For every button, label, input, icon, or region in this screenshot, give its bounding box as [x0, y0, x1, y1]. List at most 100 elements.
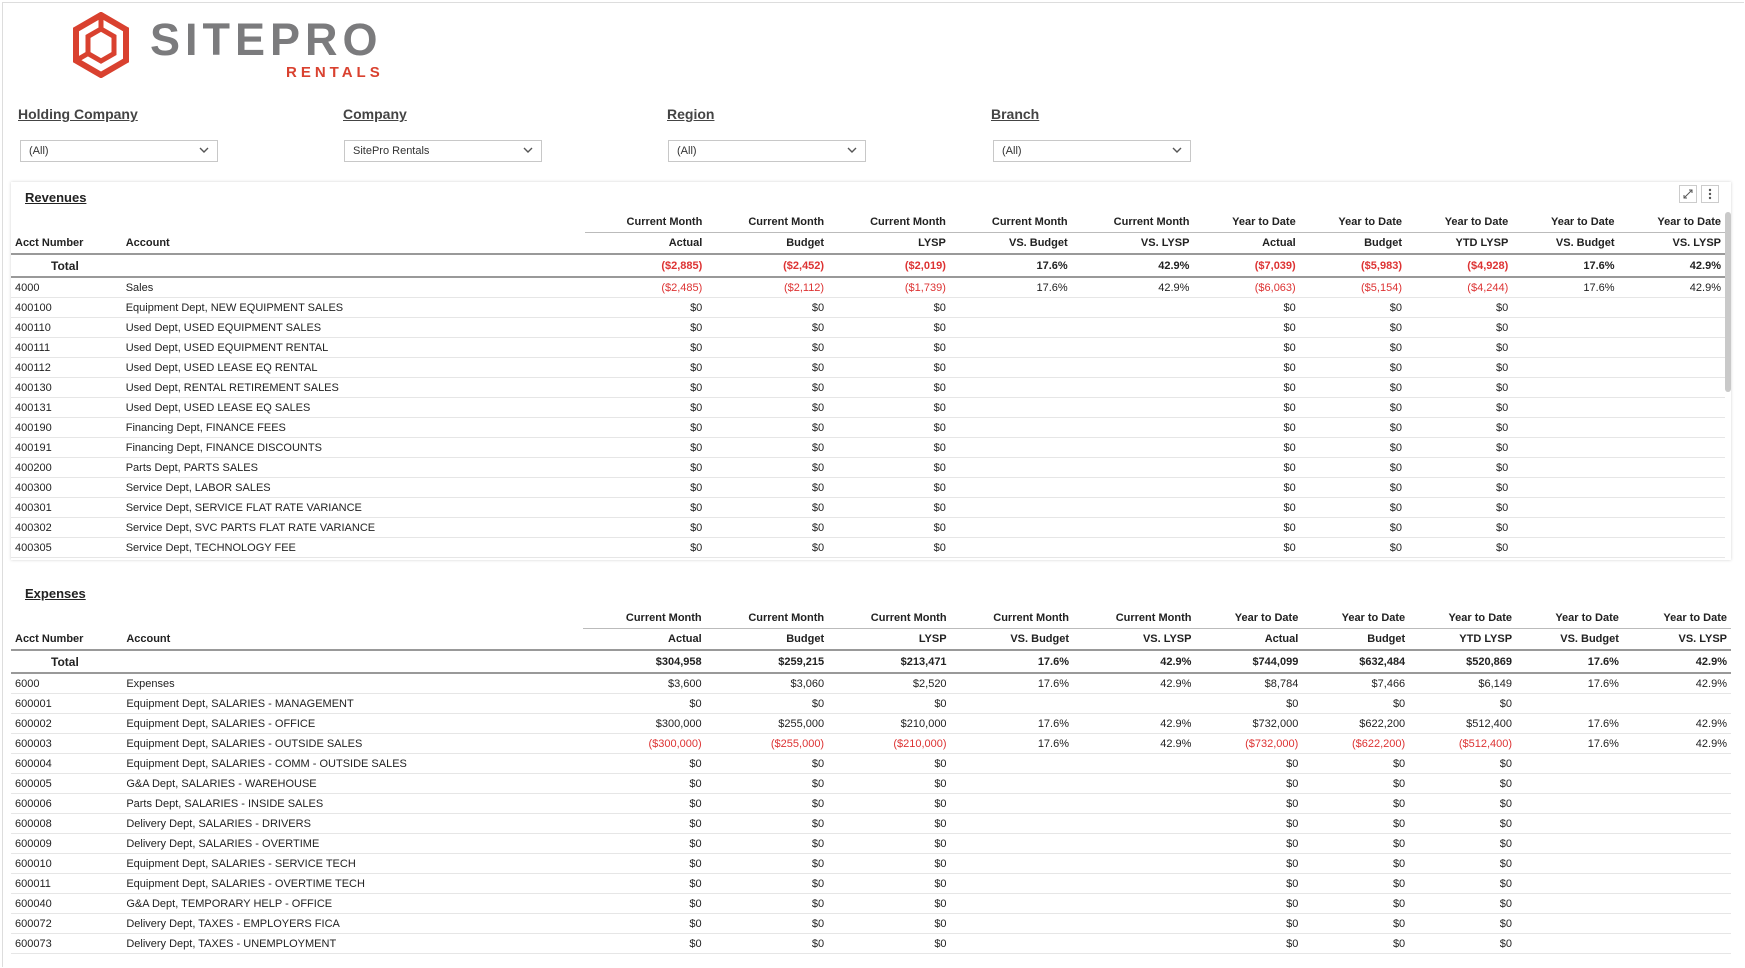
column-header[interactable]: VS. Budget [949, 232, 1072, 255]
table-row[interactable]: 600006 Parts Dept, SALARIES - INSIDE SALE… [11, 793, 1731, 814]
column-header[interactable]: LYSP [828, 232, 950, 255]
value-cell: $0 [1406, 317, 1513, 338]
vertical-scrollbar[interactable] [1725, 212, 1731, 392]
table-row[interactable]: 400111 Used Dept, USED EQUIPMENT RENTAL $0… [11, 337, 1725, 358]
logo-wordmark: SITEPRO [150, 14, 383, 65]
column-header[interactable]: VS. LYSP [1618, 232, 1725, 255]
column-header[interactable]: VS. Budget [950, 628, 1074, 651]
value-cell [1071, 337, 1194, 358]
branch-select-value: (All) [1002, 145, 1022, 157]
table-row[interactable]: 400300 Service Dept, LABOR SALES $0 $0 $0 $0 $… [11, 477, 1725, 498]
value-cell [950, 773, 1074, 794]
value-cell [1622, 693, 1731, 714]
value-cell: $0 [828, 537, 950, 558]
table-row[interactable]: 600009 Delivery Dept, SALARIES - OVERTIME… [11, 833, 1731, 854]
table-row[interactable]: 600003 Equipment Dept, SALARIES - OUTSIDE… [11, 733, 1731, 754]
account-name-cell: Used Dept, USED LEASE EQ SALES [121, 397, 585, 418]
table-row[interactable]: 400190 Financing Dept, FINANCE FEES $0 $0 $0… [11, 417, 1725, 438]
value-cell [1071, 537, 1194, 558]
value-cell [1516, 933, 1623, 954]
table-row[interactable]: 400305 Service Dept, TECHNOLOGY FEE $0 $0 $0… [11, 537, 1725, 558]
table-row[interactable]: 400301 Service Dept, SERVICE FLAT RATE VA… [11, 497, 1725, 518]
table-row[interactable]: 600002 Equipment Dept, SALARIES - OFFICE $… [11, 713, 1731, 734]
table-row[interactable]: 600072 Delivery Dept, TAXES - EMPLOYERS F… [11, 913, 1731, 934]
value-cell: $0 [828, 337, 950, 358]
acct-number-cell: 400110 [11, 317, 122, 338]
column-header[interactable]: Acct Number [11, 628, 123, 651]
column-header[interactable]: VS. LYSP [1073, 628, 1196, 651]
column-header[interactable]: Budget [705, 628, 829, 651]
value-cell: $0 [1409, 793, 1517, 814]
column-header[interactable]: LYSP [828, 628, 951, 651]
table-row[interactable]: 600001 Equipment Dept, SALARIES - MANAGEM… [11, 693, 1731, 714]
region-select[interactable]: (All) [668, 140, 866, 162]
table-row[interactable]: 400302 Service Dept, SVC PARTS FLAT RATE … [11, 517, 1725, 538]
table-row[interactable]: 400191 Financing Dept, FINANCE DISCOUNTS $… [11, 437, 1725, 458]
column-header[interactable]: VS. LYSP [1622, 628, 1731, 651]
value-cell: $0 [584, 397, 707, 418]
total-cell: 42.9% [1073, 650, 1196, 674]
table-row[interactable]: 400112 Used Dept, USED LEASE EQ RENTAL $0 $… [11, 357, 1725, 378]
total-cell: ($2,885) [584, 254, 707, 278]
company-select-value: SitePro Rentals [353, 145, 430, 157]
value-cell: $0 [705, 773, 829, 794]
column-header[interactable]: Budget [706, 232, 829, 255]
table-row[interactable]: 600073 Delivery Dept, TAXES - UNEMPLOYMEN… [11, 933, 1731, 954]
column-header[interactable]: VS. LYSP [1071, 232, 1194, 255]
value-cell: $0 [1195, 773, 1303, 794]
column-header[interactable]: VS. Budget [1512, 232, 1619, 255]
more-vertical-icon[interactable] [1701, 185, 1719, 203]
expand-icon[interactable] [1679, 185, 1697, 203]
value-cell: 17.6% [950, 733, 1074, 754]
value-cell: $0 [1409, 753, 1517, 774]
table-row[interactable]: 600011 Equipment Dept, SALARIES - OVERTIM… [11, 873, 1731, 894]
holding-company-select[interactable]: (All) [20, 140, 218, 162]
column-header[interactable]: YTD LYSP [1409, 628, 1517, 651]
value-cell: $0 [828, 317, 950, 338]
value-cell: $0 [828, 913, 951, 934]
column-header[interactable]: Actual [584, 232, 707, 255]
total-cell: $632,484 [1302, 650, 1410, 674]
column-group-header: Current Month [706, 212, 829, 233]
column-group-header: Current Month [949, 212, 1072, 233]
column-header[interactable]: VS. Budget [1516, 628, 1623, 651]
table-row[interactable]: 400100 Equipment Dept, NEW EQUIPMENT SALE… [11, 297, 1725, 318]
value-cell: $0 [1299, 337, 1406, 358]
table-row[interactable]: 4000 Sales ($2,485) ($2,112) ($1,739) 17.6% 42… [11, 277, 1725, 298]
table-row[interactable]: 600005 G&A Dept, SALARIES - WAREHOUSE $0 $0… [11, 773, 1731, 794]
table-row[interactable]: 400200 Parts Dept, PARTS SALES $0 $0 $0 $0 $0 $… [11, 457, 1725, 478]
column-header[interactable]: Actual [1195, 628, 1303, 651]
value-cell [1071, 397, 1194, 418]
table-row[interactable]: 400130 Used Dept, RENTAL RETIREMENT SALES… [11, 377, 1725, 398]
value-cell [1512, 337, 1619, 358]
column-header[interactable]: Budget [1299, 232, 1406, 255]
column-header[interactable]: Account [121, 232, 585, 255]
acct-number-cell: 600040 [11, 893, 123, 914]
table-row[interactable]: 600010 Equipment Dept, SALARIES - SERVICE… [11, 853, 1731, 874]
value-cell [1622, 933, 1731, 954]
value-cell: $0 [1299, 457, 1406, 478]
column-header[interactable]: Budget [1302, 628, 1410, 651]
value-cell: $0 [706, 497, 829, 518]
column-header[interactable]: YTD LYSP [1406, 232, 1513, 255]
account-name-cell: Equipment Dept, SALARIES - COMM - OUTSID… [122, 753, 584, 774]
column-group-header: Year to Date [1622, 608, 1731, 629]
column-header[interactable]: Actual [583, 628, 706, 651]
column-header[interactable]: Account [122, 628, 584, 651]
table-row[interactable]: 6000 Expenses $3,600 $3,060 $2,520 17.6% 42.9%… [11, 673, 1731, 694]
value-cell [1622, 853, 1731, 874]
table-row[interactable]: 600004 Equipment Dept, SALARIES - COMM - … [11, 753, 1731, 774]
value-cell: $0 [584, 497, 707, 518]
column-header[interactable]: Actual [1193, 232, 1300, 255]
column-header[interactable]: Acct Number [11, 232, 122, 255]
value-cell: $0 [706, 297, 829, 318]
value-cell [950, 693, 1074, 714]
table-row[interactable]: 400110 Used Dept, USED EQUIPMENT SALES $0 $… [11, 317, 1725, 338]
table-row[interactable]: 600008 Delivery Dept, SALARIES - DRIVERS $… [11, 813, 1731, 834]
company-select[interactable]: SitePro Rentals [344, 140, 542, 162]
table-row[interactable]: 400131 Used Dept, USED LEASE EQ SALES $0 $0… [11, 397, 1725, 418]
value-cell: $0 [1195, 893, 1303, 914]
branch-select[interactable]: (All) [993, 140, 1191, 162]
table-row[interactable]: 600040 G&A Dept, TEMPORARY HELP - OFFICE $… [11, 893, 1731, 914]
value-cell: $0 [1193, 317, 1300, 338]
